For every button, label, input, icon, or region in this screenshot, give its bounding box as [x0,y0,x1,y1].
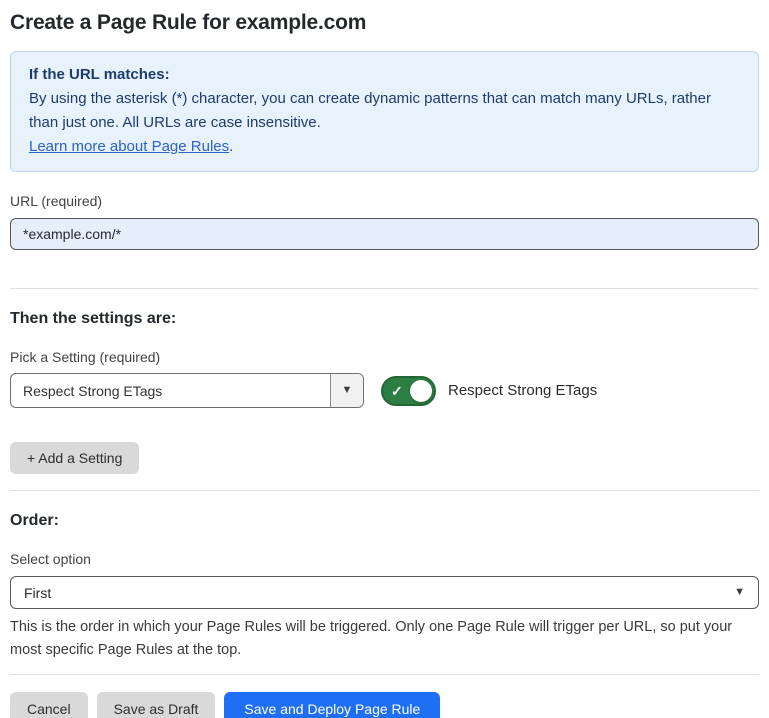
toggle-knob [410,380,432,402]
order-help-text: This is the order in which your Page Rul… [10,616,759,662]
settings-section-heading: Then the settings are: [10,310,759,328]
url-match-info-box: If the URL matches: By using the asteris… [10,51,759,172]
setting-select-arrow-button[interactable]: ▼ [330,374,363,407]
divider [10,490,759,491]
cancel-button[interactable]: Cancel [10,692,88,718]
url-input[interactable] [10,218,759,250]
info-box-heading: If the URL matches: [29,63,740,87]
url-field-label: URL (required) [10,193,759,209]
link-suffix: . [229,138,233,155]
pick-setting-label: Pick a Setting (required) [10,349,759,365]
setting-row: Respect Strong ETags ▼ ✓ Respect Strong … [10,373,759,408]
add-setting-button[interactable]: + Add a Setting [10,442,139,474]
create-page-rule-form: Create a Page Rule for example.com If th… [0,11,769,718]
order-select[interactable]: First ▼ [10,576,759,609]
save-deploy-button[interactable]: Save and Deploy Page Rule [224,692,440,718]
setting-select[interactable]: Respect Strong ETags ▼ [10,373,364,408]
action-button-row: Cancel Save as Draft Save and Deploy Pag… [10,692,759,718]
order-select-label: Select option [10,551,759,567]
order-select-value: First [24,585,51,601]
info-box-link-line: Learn more about Page Rules. [29,135,740,159]
info-box-body: By using the asterisk (*) character, you… [29,87,740,135]
chevron-down-icon: ▼ [342,385,353,396]
order-section-heading: Order: [10,512,759,530]
toggle-label: Respect Strong ETags [448,382,597,399]
setting-toggle-on[interactable]: ✓ [381,376,436,406]
chevron-down-icon: ▼ [734,587,745,598]
learn-more-link[interactable]: Learn more about Page Rules [29,138,229,155]
divider [10,674,759,675]
divider [10,288,759,289]
save-draft-button[interactable]: Save as Draft [97,692,216,718]
setting-select-value: Respect Strong ETags [11,383,330,399]
check-icon: ✓ [391,384,403,398]
page-title: Create a Page Rule for example.com [10,11,759,35]
